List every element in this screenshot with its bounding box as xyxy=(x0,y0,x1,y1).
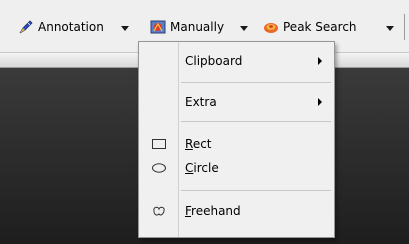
annotation-button[interactable]: Annotation xyxy=(18,17,104,37)
menu-separator xyxy=(181,82,331,83)
manually-dropdown-arrow[interactable] xyxy=(240,26,248,31)
menu-separator xyxy=(181,190,331,191)
menu-item-label: Rect xyxy=(185,137,212,151)
menu-item-label: Clipboard xyxy=(185,54,243,68)
annotation-label: Annotation xyxy=(38,20,104,34)
menu-item-rect[interactable]: Rect xyxy=(141,133,332,155)
menu-item-label: Circle xyxy=(185,161,219,175)
menu-item-extra[interactable]: Extra xyxy=(141,91,332,113)
freehand-icon xyxy=(151,204,167,218)
ellipse-icon xyxy=(151,161,167,175)
menu-separator xyxy=(181,121,331,122)
peak-search-icon xyxy=(263,19,279,35)
manually-button[interactable]: Manually xyxy=(150,17,224,37)
menu-item-label: Freehand xyxy=(185,204,241,218)
annotation-dropdown-arrow[interactable] xyxy=(121,26,129,31)
manually-label: Manually xyxy=(170,20,225,34)
menu-item-clipboard[interactable]: Clipboard xyxy=(141,50,332,72)
manually-dropdown-menu: Clipboard Extra Rect Circle Freehand xyxy=(138,41,335,238)
peak-search-label: Peak Search xyxy=(283,20,357,34)
menu-item-freehand[interactable]: Freehand xyxy=(141,200,332,222)
submenu-arrow-icon xyxy=(318,98,322,106)
peak-search-button[interactable]: Peak Search xyxy=(263,17,357,37)
rectangle-icon xyxy=(151,137,167,151)
menu-item-circle[interactable]: Circle xyxy=(141,157,332,179)
toolbar-separator xyxy=(404,14,405,40)
peak-search-dropdown-arrow[interactable] xyxy=(386,26,394,31)
pen-icon xyxy=(18,19,34,35)
menu-item-label: Extra xyxy=(185,95,217,109)
submenu-arrow-icon xyxy=(318,57,322,65)
manual-draw-icon xyxy=(150,19,166,35)
